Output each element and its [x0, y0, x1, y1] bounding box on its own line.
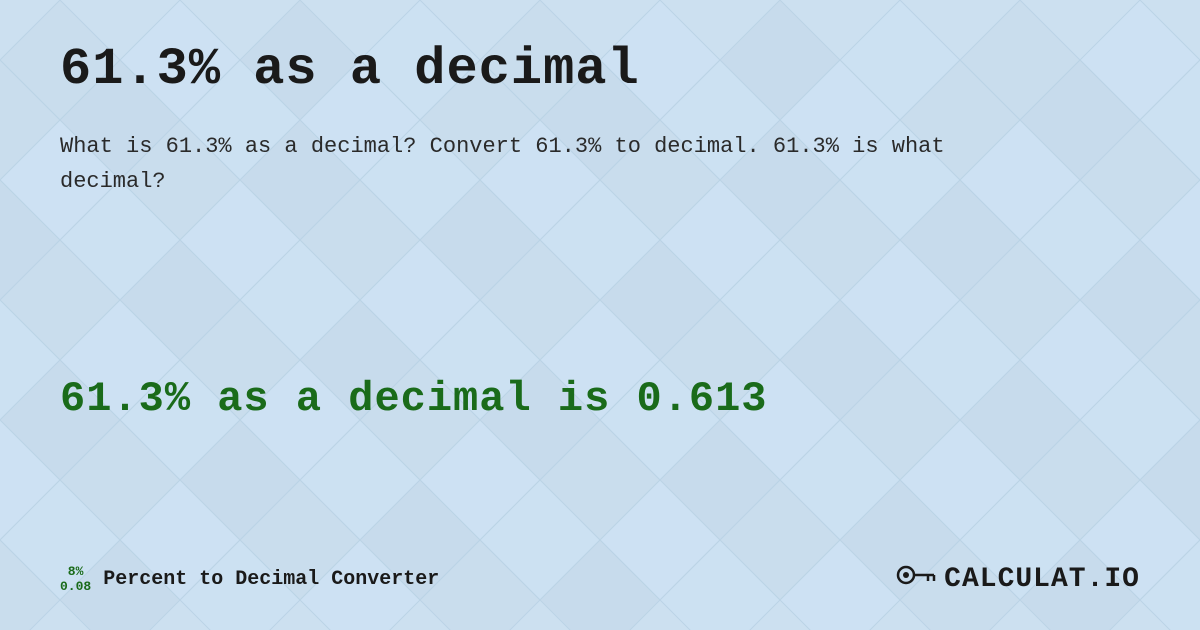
percent-badge: 8% 0.08: [60, 565, 91, 594]
percent-bottom: 0.08: [60, 580, 91, 594]
footer-label: Percent to Decimal Converter: [103, 568, 439, 591]
main-title-section: 61.3% as a decimal: [60, 40, 1140, 129]
page-description: What is 61.3% as a decimal? Convert 61.3…: [60, 129, 960, 199]
result-text: 61.3% as a decimal is 0.613: [60, 375, 768, 423]
logo: CALCULAT.IO: [896, 559, 1140, 600]
logo-text: CALCULAT.IO: [944, 564, 1140, 595]
footer: 8% 0.08 Percent to Decimal Converter CAL…: [60, 549, 1140, 600]
result-section: 61.3% as a decimal is 0.613: [60, 249, 1140, 549]
percent-top: 8%: [68, 565, 84, 579]
page-title: 61.3% as a decimal: [60, 40, 1140, 99]
description-section: What is 61.3% as a decimal? Convert 61.3…: [60, 129, 1140, 249]
logo-icon: [896, 559, 936, 600]
footer-left: 8% 0.08 Percent to Decimal Converter: [60, 565, 439, 594]
page-content: 61.3% as a decimal What is 61.3% as a de…: [0, 0, 1200, 630]
